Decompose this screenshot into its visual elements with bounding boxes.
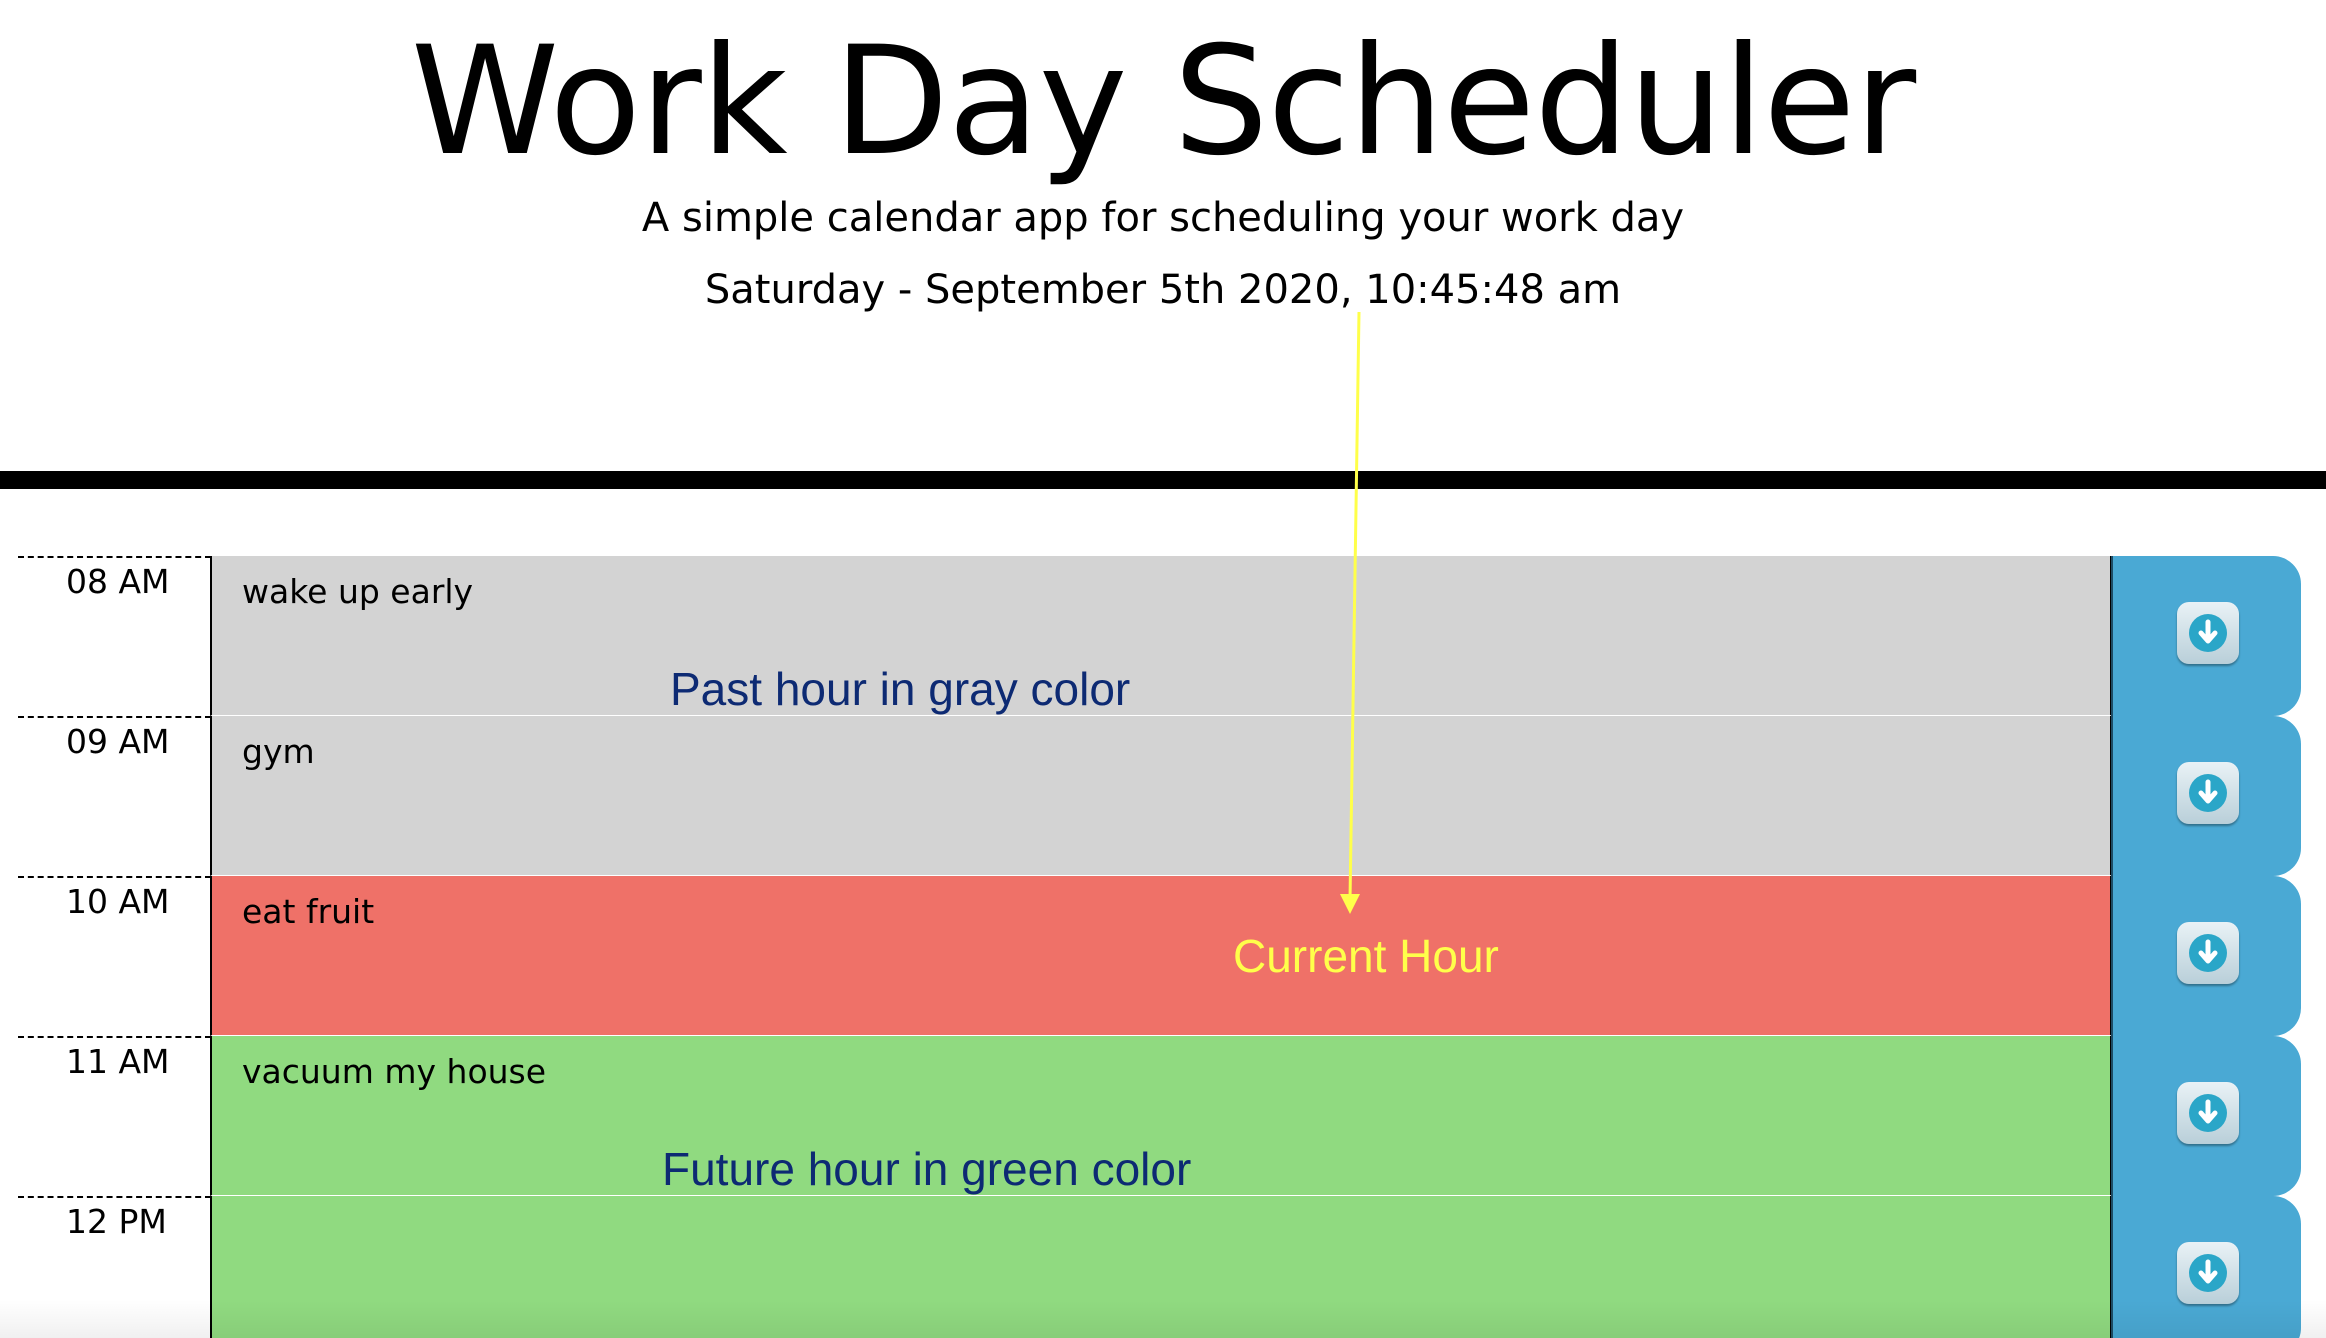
- hour-cell: 10 AM: [18, 876, 211, 1036]
- description-textarea[interactable]: wake up early: [210, 556, 2112, 716]
- hour-label: 09 AM: [66, 722, 170, 761]
- hour-cell: 12 PM: [18, 1196, 211, 1338]
- save-icon: [2177, 922, 2239, 984]
- time-block-row: 10 AM eat fruit: [0, 876, 2326, 1036]
- description-textarea[interactable]: eat fruit: [210, 876, 2112, 1036]
- page: Work Day Scheduler A simple calendar app…: [0, 0, 2326, 1338]
- hour-label: 12 PM: [66, 1202, 167, 1241]
- hour-label: 08 AM: [66, 562, 170, 601]
- save-icon: [2177, 762, 2239, 824]
- time-block-row: 08 AM wake up early: [0, 556, 2326, 716]
- save-button[interactable]: [2111, 716, 2301, 876]
- save-icon: [2177, 602, 2239, 664]
- description-textarea[interactable]: gym: [210, 716, 2112, 876]
- annotation-past: Past hour in gray color: [670, 663, 1131, 715]
- save-button[interactable]: [2111, 556, 2301, 716]
- page-subtitle: A simple calendar app for scheduling you…: [641, 195, 1685, 241]
- description-text: vacuum my house: [242, 1052, 547, 1091]
- hour-cell: 08 AM: [18, 556, 211, 716]
- current-day: Saturday - September 5th 2020, 10:45:48 …: [704, 267, 1622, 313]
- header-divider: [0, 471, 2326, 489]
- annotation-current: Current Hour: [1233, 930, 1499, 982]
- page-title: Work Day Scheduler: [410, 15, 1916, 189]
- description-text: eat fruit: [242, 892, 375, 931]
- save-button[interactable]: [2111, 876, 2301, 1036]
- hour-label: 10 AM: [66, 882, 170, 921]
- annotation-future: Future hour in green color: [662, 1143, 1192, 1195]
- save-button[interactable]: [2111, 1036, 2301, 1196]
- save-icon: [2177, 1082, 2239, 1144]
- save-button[interactable]: [2111, 1196, 2301, 1338]
- hour-label: 11 AM: [66, 1042, 170, 1081]
- hour-cell: 11 AM: [18, 1036, 211, 1196]
- time-block-row: 12 PM: [0, 1196, 2326, 1338]
- save-icon: [2177, 1242, 2239, 1304]
- description-text: gym: [242, 732, 315, 771]
- hour-cell: 09 AM: [18, 716, 211, 876]
- description-textarea[interactable]: [210, 1196, 2112, 1338]
- description-text: wake up early: [242, 572, 474, 611]
- time-block-row: 09 AM gym: [0, 716, 2326, 876]
